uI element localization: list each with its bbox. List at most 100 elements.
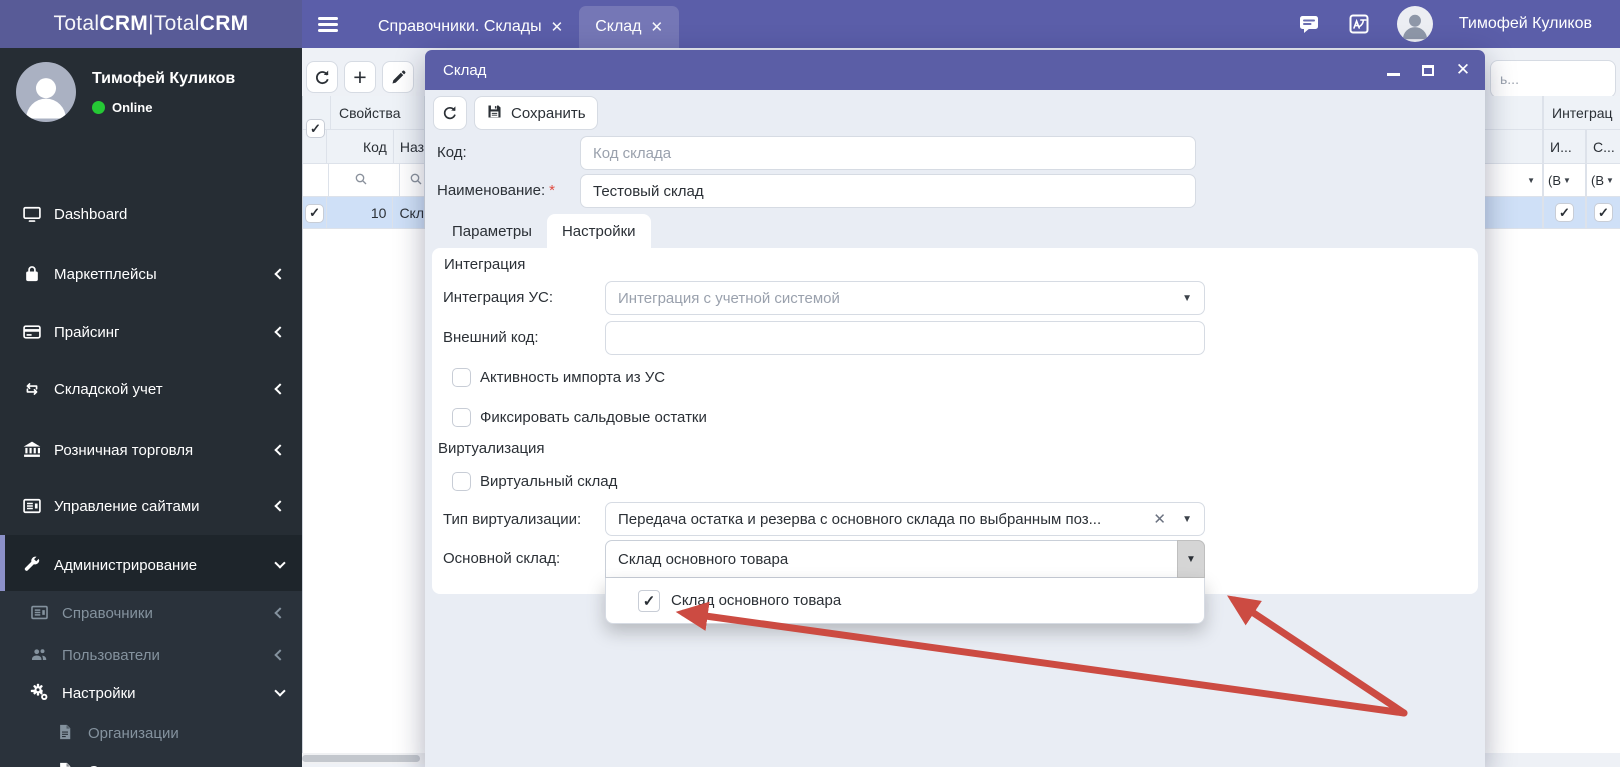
sidebar-item-warehouse-accounting[interactable]: Складской учет [0,369,302,409]
close-icon[interactable]: ✕ [1455,60,1471,79]
sidebar-avatar[interactable] [16,62,76,122]
minimize-icon[interactable] [1385,62,1401,78]
users-icon [30,645,50,665]
add-button[interactable]: + [344,61,376,93]
open-tabs: Справочники. Склады ✕ Склад ✕ [362,0,680,48]
column-header-name[interactable]: Наз [394,130,425,163]
clear-icon[interactable]: ✕ [1153,510,1166,528]
integration-us-select[interactable]: Интеграция с учетной системой ▼ [605,281,1205,315]
tab-warehouse[interactable]: Склад ✕ [579,6,680,48]
sidebar-user-name: Тимофей Куликов [92,70,236,87]
top-bar: Total CRM | Total CRM Справочники. Склады … [0,0,1620,48]
fix-balance-checkbox[interactable] [452,407,471,427]
chevron-left-icon [274,383,286,395]
file-icon [56,761,76,767]
name-input[interactable]: Тестовый склад [580,174,1196,208]
row-checkbox[interactable]: ✓ [305,203,325,223]
modal-title: Склад [443,61,487,79]
tab-settings[interactable]: Настройки [546,214,651,248]
cell-code: 10 [327,197,394,228]
translate-icon[interactable] [1347,12,1371,36]
app-logo[interactable]: Total CRM | Total CRM [0,0,302,48]
cell-checkbox[interactable]: ✓ [1594,203,1613,222]
cell-checkbox[interactable]: ✓ [1555,203,1574,222]
tab-close-icon[interactable]: ✕ [651,18,664,36]
filter-dropdown-cell[interactable]: (В ▼ [1543,164,1586,196]
search-icon [353,171,369,190]
sidebar-item-organizations[interactable]: Организации [0,713,302,753]
import-activity-checkbox[interactable] [452,367,471,387]
sidebar-item-directories[interactable]: Справочники [0,593,302,633]
virtual-warehouse-checkbox[interactable] [452,471,471,491]
grid-search-input[interactable]: ь... [1490,60,1616,98]
scrollbar-thumb[interactable] [302,755,420,762]
chevron-down-icon [274,685,286,697]
bank-icon [22,440,42,460]
chat-icon[interactable] [1297,12,1321,36]
sidebar-item-settings[interactable]: Настройки [0,673,302,713]
sidebar-item-users[interactable]: Пользователи [0,635,302,675]
virtual-warehouse-checkbox-row: Виртуальный склад [452,471,617,491]
grid-data-row[interactable]: ✓ 10 Скл [303,197,425,229]
filter-code-cell[interactable] [329,164,400,196]
dropdown-option[interactable]: Склад основного товара [671,592,841,609]
file-icon [56,723,76,743]
column-header-s[interactable]: С... [1586,130,1620,163]
tab-parameters[interactable]: Параметры [437,214,547,248]
required-mark: * [549,182,555,199]
user-name[interactable]: Тимофей Куликов [1459,15,1592,33]
filter-dropdown-cell[interactable]: (В ▼ [1586,164,1620,196]
tab-close-icon[interactable]: ✕ [551,18,564,36]
chevron-left-icon [274,500,286,512]
option-checkbox[interactable]: ✓ [638,589,660,612]
section-integration: Интеграция [444,256,526,273]
sidebar-item-dashboard[interactable]: Dashboard [0,194,302,234]
edit-button[interactable] [382,61,414,93]
modal-title-bar[interactable]: Склад ✕ [425,50,1485,90]
virtualization-type-select[interactable]: Передача остатка и резерва с основного с… [605,502,1205,536]
chevron-left-icon [274,268,286,280]
combobox-dropdown-button[interactable]: ▼ [1177,540,1205,578]
code-input[interactable]: Код склада [580,136,1196,170]
column-header-i[interactable]: И... [1543,130,1586,163]
main-warehouse-dropdown-list: ✓ Склад основного товара [605,578,1205,624]
grid-filter-row [303,164,425,197]
group-header-integration: Интеграц [1543,96,1620,129]
sidebar-item-retail[interactable]: Розничная торговля [0,430,302,470]
cell-name: Скл [393,197,425,228]
select-all-checkbox[interactable]: ✓ [306,119,325,138]
sidebar-item-pricing[interactable]: Прайсинг [0,312,302,352]
warehouse-modal: Склад ✕ Сохранить Код: Код склада Наимен… [425,50,1485,767]
save-button[interactable]: Сохранить [474,96,598,130]
sidebar-item-administration[interactable]: Администрирование [0,545,302,585]
search-icon [408,171,424,190]
sidebar-item-site-management[interactable]: Управление сайтами [0,486,302,526]
modal-tabs: Параметры Настройки [437,214,651,248]
dashboard-icon [22,204,42,224]
exchange-arrows-icon [22,379,42,399]
sidebar: Тимофей Куликов Online Dashboard Маркетп… [0,48,302,767]
user-avatar[interactable] [1396,6,1433,42]
chevron-left-icon [274,326,286,338]
sidebar-item-storage-warehouses[interactable]: Склады хранения [0,751,302,767]
filter-name-cell[interactable] [400,164,425,196]
menu-hamburger-icon[interactable] [318,14,338,35]
app-window: Total CRM | Total CRM Справочники. Склады … [0,0,1620,767]
maximize-icon[interactable] [1420,62,1436,78]
name-field-row: Наименование: * Тестовый склад [425,174,1485,208]
grid-toolbar: + [302,48,425,96]
credit-card-icon [22,322,42,342]
refresh-button[interactable] [306,61,338,93]
external-code-input[interactable] [605,321,1205,355]
sidebar-item-marketplaces[interactable]: Маркетплейсы [0,254,302,294]
settings-panel: Интеграция Интеграция УС: Интеграция с у… [432,248,1478,624]
chevron-down-icon: ▼ [1182,513,1192,525]
save-icon [486,103,503,124]
chevron-left-icon [274,649,286,661]
main-warehouse-combobox[interactable]: Склад основного товара ▼ [605,540,1205,578]
filter-dropdown-cell[interactable]: ▼ [1485,164,1543,197]
tab-directories-warehouses[interactable]: Справочники. Склады ✕ [362,6,579,48]
chevron-down-icon [274,557,286,569]
refresh-button[interactable] [433,96,467,130]
column-header-code[interactable]: Код [327,130,394,163]
